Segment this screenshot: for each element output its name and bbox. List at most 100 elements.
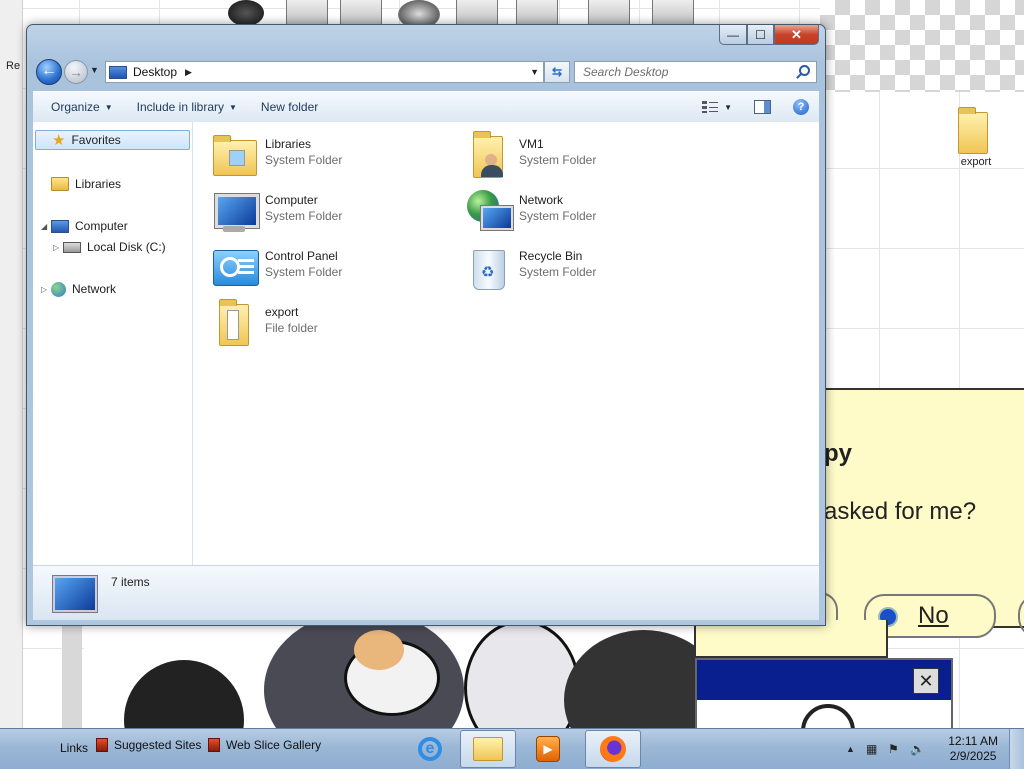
link-label: Web Slice Gallery: [226, 738, 322, 752]
dialog-option-partial-right[interactable]: [1018, 594, 1024, 638]
collapsed-arrow-icon[interactable]: ▷: [41, 285, 49, 294]
folder-icon: [473, 737, 503, 761]
organize-label: Organize: [51, 100, 100, 114]
network-icon: [465, 188, 513, 236]
internet-explorer-icon: e: [418, 737, 442, 761]
nav-item-libraries[interactable]: Libraries: [51, 174, 121, 194]
desktop-left-strip: [0, 0, 23, 728]
breadcrumb-desktop[interactable]: Desktop: [133, 65, 177, 79]
taskbar-media-player[interactable]: [520, 730, 576, 768]
expanded-arrow-icon[interactable]: ◢: [41, 222, 49, 231]
desktop-partial-label: Re: [6, 60, 21, 72]
link-label: Suggested Sites: [114, 738, 202, 752]
control-panel-icon: [211, 244, 259, 292]
file-item-type: System Folder: [265, 153, 343, 167]
nav-item-local-disk[interactable]: ▷ Local Disk (C:): [53, 237, 166, 257]
search-input[interactable]: [581, 62, 795, 82]
taskbar-internet-explorer[interactable]: e: [402, 730, 458, 768]
file-item-recycle-bin[interactable]: Recycle Bin System Folder: [447, 240, 687, 290]
media-player-icon: [536, 736, 560, 762]
file-item-name: Control Panel: [265, 249, 338, 263]
file-item-name: Recycle Bin: [519, 249, 583, 263]
desktop-export-label: export: [960, 156, 992, 168]
include-in-library-label: Include in library: [136, 100, 224, 114]
command-bar: Organize ▼ Include in library ▼ New fold…: [33, 91, 819, 123]
folder-icon: [958, 107, 994, 154]
file-item-network[interactable]: Network System Folder: [447, 184, 687, 234]
minimize-button[interactable]: —: [719, 25, 747, 45]
forward-button[interactable]: →: [64, 60, 88, 84]
close-icon[interactable]: ✕: [913, 668, 939, 694]
file-item-name: Network: [519, 193, 564, 207]
libraries-icon: [51, 177, 69, 191]
nav-item-favorites[interactable]: ★ Favorites: [35, 130, 190, 150]
help-icon[interactable]: ?: [793, 99, 809, 115]
chevron-down-icon: ▼: [104, 102, 113, 112]
navigation-pane: ★ Favorites Libraries ◢ Computer ▷ Local…: [33, 122, 193, 565]
new-folder-label: New folder: [260, 100, 319, 114]
link-suggested-sites[interactable]: Suggested Sites: [96, 736, 201, 754]
maximize-button[interactable]: ☐: [747, 25, 774, 45]
organize-button[interactable]: Organize ▼: [45, 100, 119, 114]
file-item-name: Computer: [265, 193, 318, 207]
computer-icon: [211, 188, 259, 236]
file-item-name: VM1: [519, 137, 544, 151]
new-folder-button[interactable]: New folder: [255, 100, 324, 114]
libraries-icon: [211, 132, 259, 180]
action-center-flag-icon[interactable]: ⚑: [888, 742, 899, 756]
file-item-computer[interactable]: Computer System Folder: [193, 184, 433, 234]
details-pane: 7 items: [33, 565, 819, 620]
taskbar-windows-explorer[interactable]: [460, 730, 516, 768]
file-list: Libraries System Folder VM1 System Folde…: [193, 122, 819, 565]
taskbar: Links Suggested Sites Web Slice Gallery …: [0, 728, 1024, 769]
desktop-large-icon: [53, 576, 97, 612]
clock[interactable]: 12:11 AM 2/9/2025: [948, 734, 998, 764]
dialog-option-no-label: No: [918, 602, 949, 629]
nav-item-label: Favorites: [71, 133, 121, 147]
nav-item-network[interactable]: ▷ Network: [41, 279, 116, 299]
link-web-slice-gallery[interactable]: Web Slice Gallery: [208, 736, 321, 754]
folder-icon: [211, 299, 259, 348]
change-view-icon[interactable]: [702, 101, 719, 113]
file-item-type: System Folder: [519, 209, 597, 223]
include-in-library-button[interactable]: Include in library ▼: [131, 100, 243, 114]
mini-window-titlebar: ✕: [697, 660, 951, 700]
search-icon[interactable]: [799, 65, 810, 76]
content-area: ★ Favorites Libraries ◢ Computer ▷ Local…: [33, 122, 819, 565]
file-item-name: Libraries: [265, 137, 312, 151]
refresh-button[interactable]: ⇆: [544, 61, 570, 83]
volume-icon[interactable]: 🔈: [910, 742, 925, 756]
chevron-down-icon[interactable]: ▼: [724, 103, 732, 112]
back-button[interactable]: ←: [36, 59, 62, 85]
ie-link-icon: [96, 738, 108, 752]
window-controls: — ☐ ✕: [719, 25, 819, 45]
file-item-type: System Folder: [265, 209, 343, 223]
collapsed-arrow-icon[interactable]: ▷: [53, 243, 61, 252]
recent-pages-dropdown[interactable]: ▼: [90, 65, 99, 75]
file-item-libraries[interactable]: Libraries System Folder: [193, 128, 433, 178]
user-folder-icon: [465, 131, 513, 180]
file-item-export[interactable]: export File folder: [193, 296, 433, 346]
close-button[interactable]: ✕: [774, 25, 819, 45]
file-item-control-panel[interactable]: Control Panel System Folder: [193, 240, 433, 290]
item-count: 7 items: [111, 575, 150, 589]
address-bar[interactable]: Desktop ▶ ▼: [105, 61, 544, 83]
preview-pane-icon[interactable]: [754, 100, 771, 114]
search-box[interactable]: [574, 61, 817, 83]
firefox-icon: [600, 736, 626, 762]
desktop-export-folder[interactable]: export: [948, 107, 1004, 168]
breadcrumb-separator[interactable]: ▶: [185, 67, 192, 78]
show-hidden-icons[interactable]: ▲: [846, 744, 855, 754]
stop-icon: [228, 0, 264, 26]
show-desktop-button[interactable]: [1009, 729, 1024, 769]
file-item-type: System Folder: [519, 265, 597, 279]
nav-item-label: Local Disk (C:): [87, 240, 166, 254]
address-dropdown[interactable]: ▼: [530, 67, 539, 77]
taskbar-firefox[interactable]: [585, 730, 641, 768]
explorer-window: — ☐ ✕ ← → ▼ Desktop ▶ ▼ ⇆ Organize ▼ Inc…: [26, 24, 826, 626]
file-item-vm1[interactable]: VM1 System Folder: [447, 128, 687, 178]
network-icon: [51, 281, 66, 297]
network-tray-icon[interactable]: ▦: [866, 742, 877, 756]
nav-item-computer[interactable]: ◢ Computer: [41, 216, 128, 236]
system-tray: ▲ ▦ ⚑ 🔈 12:11 AM 2/9/2025: [840, 729, 1024, 769]
